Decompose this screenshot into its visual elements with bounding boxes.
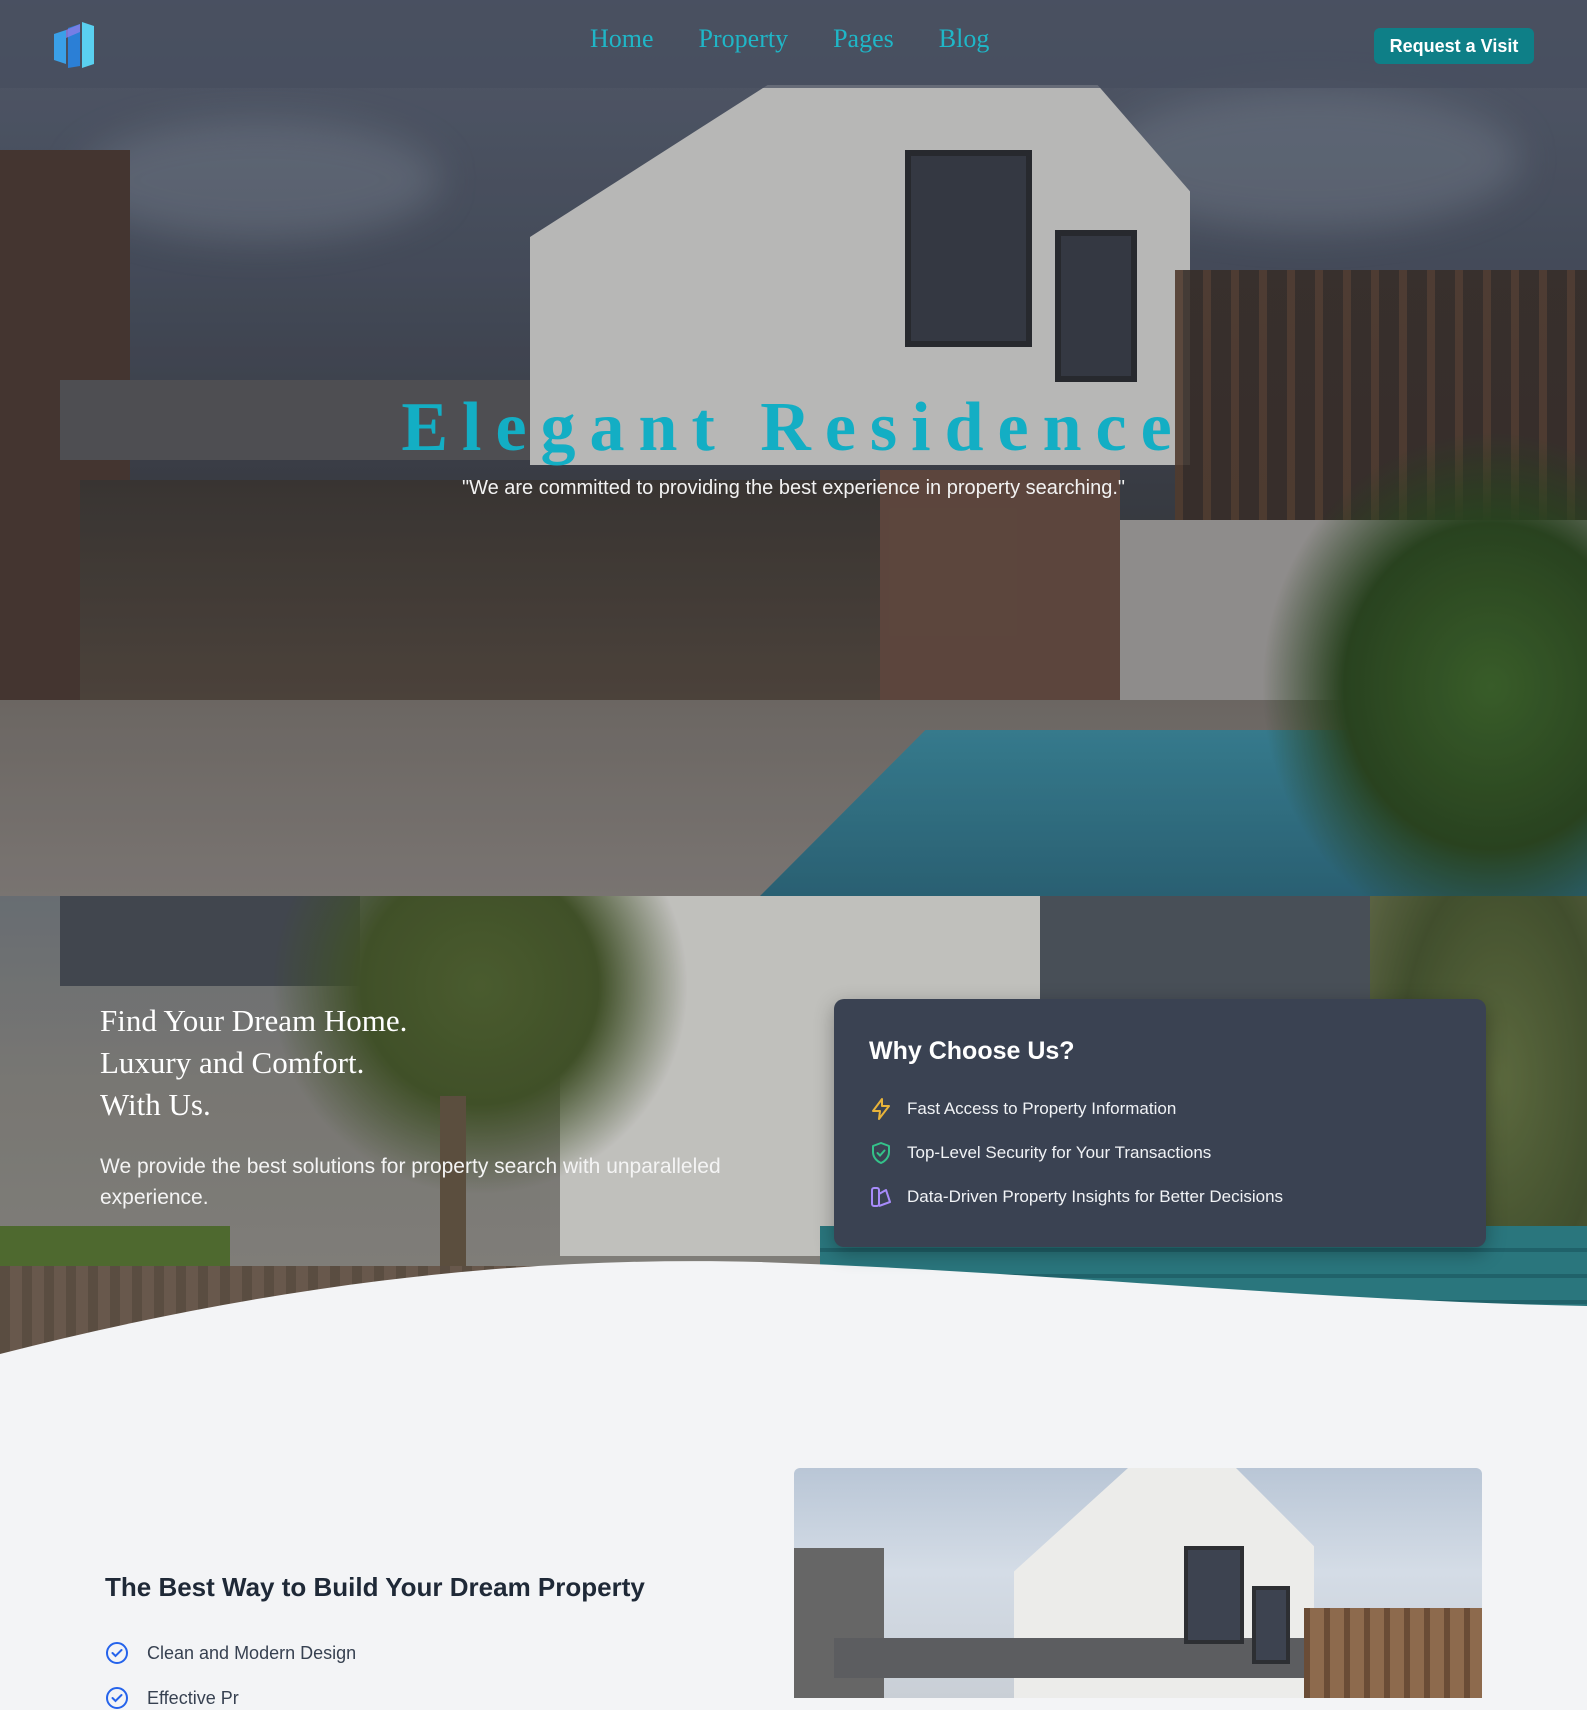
why-item-text: Data-Driven Property Insights for Better… [907,1187,1284,1206]
why-item: Data-Driven Property Insights for Better… [869,1185,1283,1209]
hero-title: Elegant Residence [401,389,1186,466]
headline-line: With Us. [100,1087,211,1122]
check-circle-icon [106,1687,128,1709]
photo-window [1252,1586,1290,1664]
why-item-text: Fast Access to Property Information [907,1099,1177,1118]
chart-icon [871,1187,891,1207]
feature-text: Effective Pr [147,1687,239,1708]
why-choose-us-card: Why Choose Us? Fast Access to Property I… [834,999,1486,1247]
photo-scaffold [1304,1608,1482,1698]
feature-item: Clean and Modern Design [105,1641,356,1665]
why-item: Top-Level Security for Your Transactions [869,1141,1211,1165]
lightning-icon [872,1098,890,1120]
top-navbar: Home Property Pages Blog Request a Visit [0,0,1587,88]
build-section-title: The Best Way to Build Your Dream Propert… [105,1572,645,1602]
section-wave-divider [0,1261,1587,1360]
headline-line: Luxury and Comfort. [100,1045,365,1080]
nav-link-home[interactable]: Home [590,24,654,54]
intro-description: We provide the best solutions for proper… [100,1155,721,1209]
property-photo [794,1468,1482,1698]
logo-icon[interactable] [52,20,98,70]
check-circle-icon [106,1642,128,1664]
why-title: Why Choose Us? [869,1037,1075,1065]
intro-headline: Find Your Dream Home. Luxury and Comfort… [100,1000,620,1126]
feature-item: Effective Pr [105,1686,239,1710]
why-item: Fast Access to Property Information [869,1097,1176,1121]
why-item-text: Top-Level Security for Your Transactions [907,1143,1212,1162]
photo-terrace [834,1638,1314,1678]
feature-text: Clean and Modern Design [147,1642,357,1663]
photo-window [1184,1546,1244,1644]
request-visit-button[interactable]: Request a Visit [1374,28,1534,64]
nav-links: Home Property Pages Blog [590,24,989,54]
nav-link-blog[interactable]: Blog [939,24,990,54]
shield-check-icon [872,1142,890,1164]
headline-line: Find Your Dream Home. [100,1003,408,1038]
nav-link-pages[interactable]: Pages [833,24,894,54]
hero-subtitle: "We are committed to providing the best … [461,477,1126,499]
nav-link-property[interactable]: Property [699,24,789,54]
